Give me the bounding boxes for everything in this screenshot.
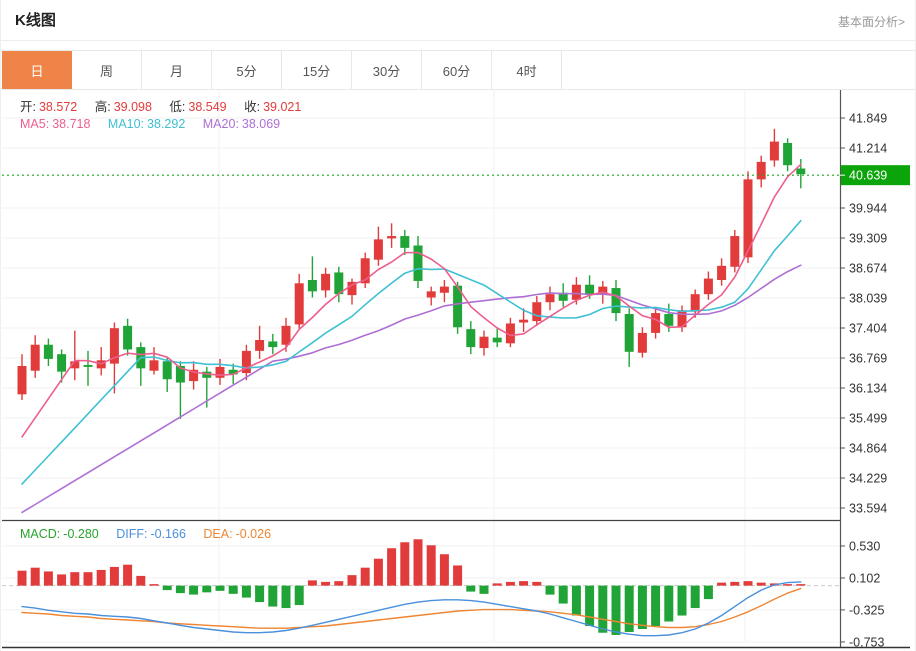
svg-text:-0.753: -0.753	[849, 635, 884, 649]
svg-text:0.102: 0.102	[849, 572, 880, 586]
svg-text:38.674: 38.674	[849, 262, 887, 276]
svg-text:0.530: 0.530	[849, 540, 880, 554]
svg-text:41.214: 41.214	[849, 142, 887, 156]
tab-5min[interactable]: 5分	[212, 51, 282, 89]
svg-text:37.404: 37.404	[849, 322, 887, 336]
svg-text:35.499: 35.499	[849, 412, 887, 426]
tab-week[interactable]: 周	[72, 51, 142, 89]
tab-month[interactable]: 月	[142, 51, 212, 89]
fundamental-analysis-link[interactable]: 基本面分析>	[838, 13, 905, 30]
title-divider	[1, 40, 916, 41]
chart-canvas[interactable]: 41.849 41.214 39.944 39.309 38.674 38.039 37.4…	[2, 90, 916, 649]
svg-text:34.864: 34.864	[849, 442, 887, 456]
svg-text:38.039: 38.039	[849, 292, 887, 306]
svg-text:39.309: 39.309	[849, 232, 887, 246]
svg-text:33.594: 33.594	[849, 502, 887, 516]
page-title: K线图	[15, 9, 56, 30]
svg-text:36.134: 36.134	[849, 382, 887, 396]
svg-text:36.769: 36.769	[849, 352, 887, 366]
svg-text:-0.325: -0.325	[849, 603, 884, 617]
tab-4hour[interactable]: 4时	[492, 51, 562, 89]
tab-60min[interactable]: 60分	[422, 51, 492, 89]
svg-text:34.229: 34.229	[849, 472, 887, 486]
kline-page: K线图 基本面分析> 日 周 月 5分 15分 30分 60分 4时 开:38.…	[0, 0, 916, 651]
tab-day[interactable]: 日	[2, 51, 72, 89]
svg-text:39.944: 39.944	[849, 202, 887, 216]
tab-30min[interactable]: 30分	[352, 51, 422, 89]
svg-text:40.639: 40.639	[849, 169, 887, 183]
period-tab-bar: 日 周 月 5分 15分 30分 60分 4时	[2, 50, 916, 90]
svg-text:41.849: 41.849	[849, 112, 887, 126]
tab-15min[interactable]: 15分	[282, 51, 352, 89]
kline-chart[interactable]: 开:38.572 高:39.098 低:38.549 收:39.021 MA5:…	[2, 90, 916, 649]
